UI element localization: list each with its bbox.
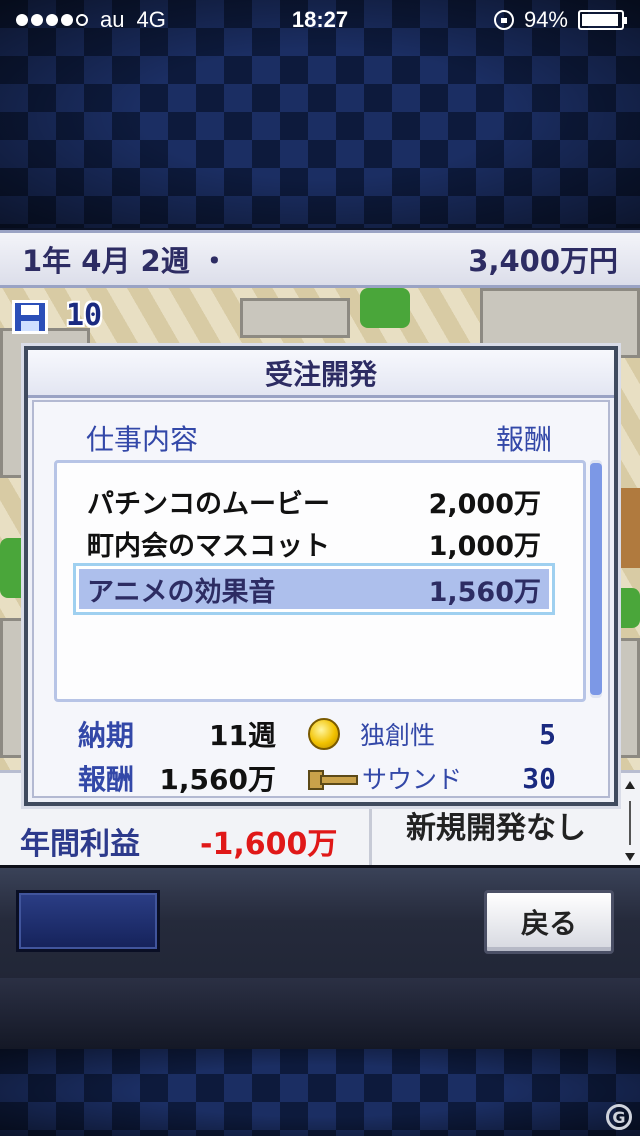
dialog-title: 受注開発 — [28, 350, 614, 398]
stat-sound-value: 30 — [522, 761, 556, 795]
annual-profit-label: 年間利益 — [20, 827, 140, 862]
battery-percent: 94% — [523, 7, 568, 32]
scroll-arrows-icon — [625, 781, 635, 861]
job-name: パチンコのムービー — [87, 488, 330, 520]
watermark-logo-icon: G — [606, 1104, 632, 1130]
new-dev-status: 新規開発なし — [406, 811, 586, 846]
job-list-scrollbar[interactable] — [590, 460, 602, 698]
date-funds-bar: 1年 4月 2週 ・ 3,400万円 — [0, 230, 640, 288]
scroll-thumb[interactable] — [590, 463, 602, 695]
floppy-disk-icon[interactable] — [12, 300, 48, 334]
deadline-row: 納期 11週 独創性 5 — [78, 716, 556, 753]
empty-slot-button[interactable] — [16, 890, 160, 952]
reward-column-header: 報酬 — [495, 423, 552, 456]
stat-originality-value: 5 — [539, 717, 556, 751]
rotation-lock-icon — [493, 10, 514, 30]
reward-value: 1,560万 — [159, 763, 276, 796]
job-reward: 2,000万 — [428, 488, 541, 520]
stat-originality-name: 独創性 — [360, 721, 436, 750]
back-button[interactable]: 戻る — [484, 890, 614, 954]
diamond-pattern-bottom — [0, 1046, 640, 1136]
reward-label: 報酬 — [78, 763, 135, 796]
scene-plant — [360, 288, 410, 328]
job-row[interactable]: パチンコのムービー 2,000万 — [79, 481, 549, 521]
job-row[interactable]: 町内会のマスコット 1,000万 — [79, 523, 549, 563]
job-list: パチンコのムービー 2,000万 町内会のマスコット 1,000万 アニメの効果… — [54, 460, 586, 702]
carrier-name: au — [100, 7, 125, 32]
stat-sound-name: サウンド — [362, 765, 463, 794]
signal-strength-icon — [16, 14, 88, 26]
job-reward: 1,560万 — [428, 576, 541, 608]
scene-wall — [240, 298, 350, 338]
status-bar: au 4G 18:27 94% — [0, 0, 640, 40]
job-name: 町内会のマスコット — [87, 530, 330, 562]
contract-dev-dialog: 受注開発 仕事内容 報酬 パチンコのムービー 2,000万 町内会のマスコット … — [24, 346, 618, 806]
bottom-toolbar: 戻る — [0, 865, 640, 1049]
annual-profit-value: -1,600万 — [200, 827, 338, 862]
network-type: 4G — [136, 7, 166, 32]
job-name: アニメの効果音 — [87, 576, 276, 608]
save-count: 10 — [66, 298, 103, 333]
funds-amount: 3,400万円 — [468, 244, 618, 278]
coin-icon — [308, 718, 340, 750]
battery-icon — [578, 10, 627, 30]
trumpet-icon — [308, 766, 358, 790]
column-headers: 仕事内容 報酬 — [86, 418, 552, 458]
job-column-header: 仕事内容 — [86, 423, 199, 456]
panel-scrollbar[interactable] — [624, 779, 636, 861]
job-row-selected[interactable]: アニメの効果音 1,560万 — [76, 566, 552, 612]
job-reward: 1,000万 — [428, 530, 541, 562]
reward-row: 報酬 1,560万 サウンド 30 — [78, 760, 556, 797]
deadline-value: 11週 — [209, 719, 276, 752]
game-date: 1年 4月 2週 ・ — [22, 244, 229, 278]
deadline-label: 納期 — [78, 719, 135, 752]
